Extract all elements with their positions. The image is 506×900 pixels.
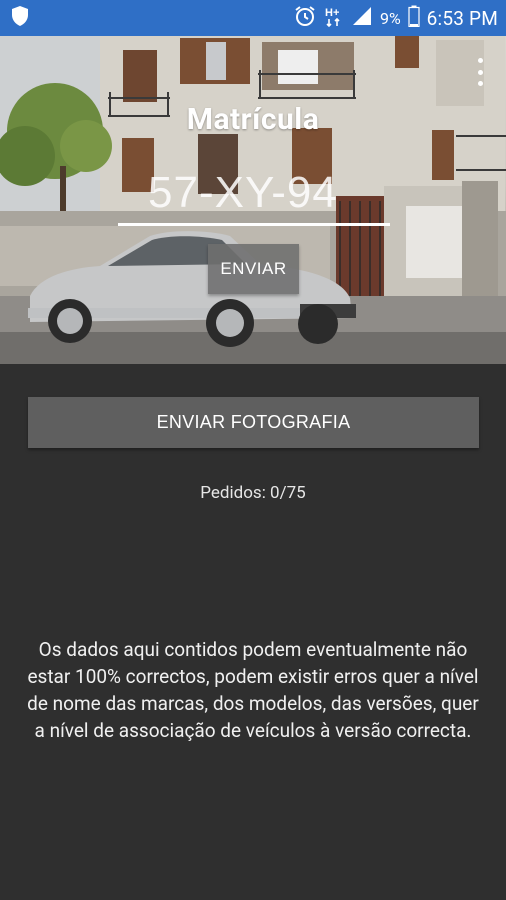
alarm-icon (293, 4, 317, 33)
send-button[interactable]: ENVIAR (208, 244, 299, 294)
network-type-label: H+ (325, 7, 339, 19)
send-photo-button[interactable]: ENVIAR FOTOGRAFIA (28, 397, 479, 448)
status-bar: H+ 9% 6:53 PM (0, 0, 506, 36)
shield-icon (10, 5, 30, 31)
requests-counter: Pedidos: 0/75 (200, 483, 306, 503)
status-left (10, 5, 30, 31)
signal-icon (351, 5, 373, 32)
license-plate-input[interactable] (118, 162, 390, 226)
header-photo: Matrícula ENVIAR (0, 36, 506, 364)
disclaimer-text: Os dados aqui contidos podem eventualmen… (27, 638, 479, 742)
page-title: Matrícula (186, 102, 320, 137)
battery-percent: 9% (379, 8, 401, 28)
network-type-icon: H+ (324, 4, 344, 33)
status-right: H+ 9% 6:53 PM (293, 4, 498, 33)
more-vertical-icon[interactable] (476, 58, 484, 86)
clock: 6:53 PM (426, 6, 498, 30)
battery-icon (408, 5, 420, 32)
